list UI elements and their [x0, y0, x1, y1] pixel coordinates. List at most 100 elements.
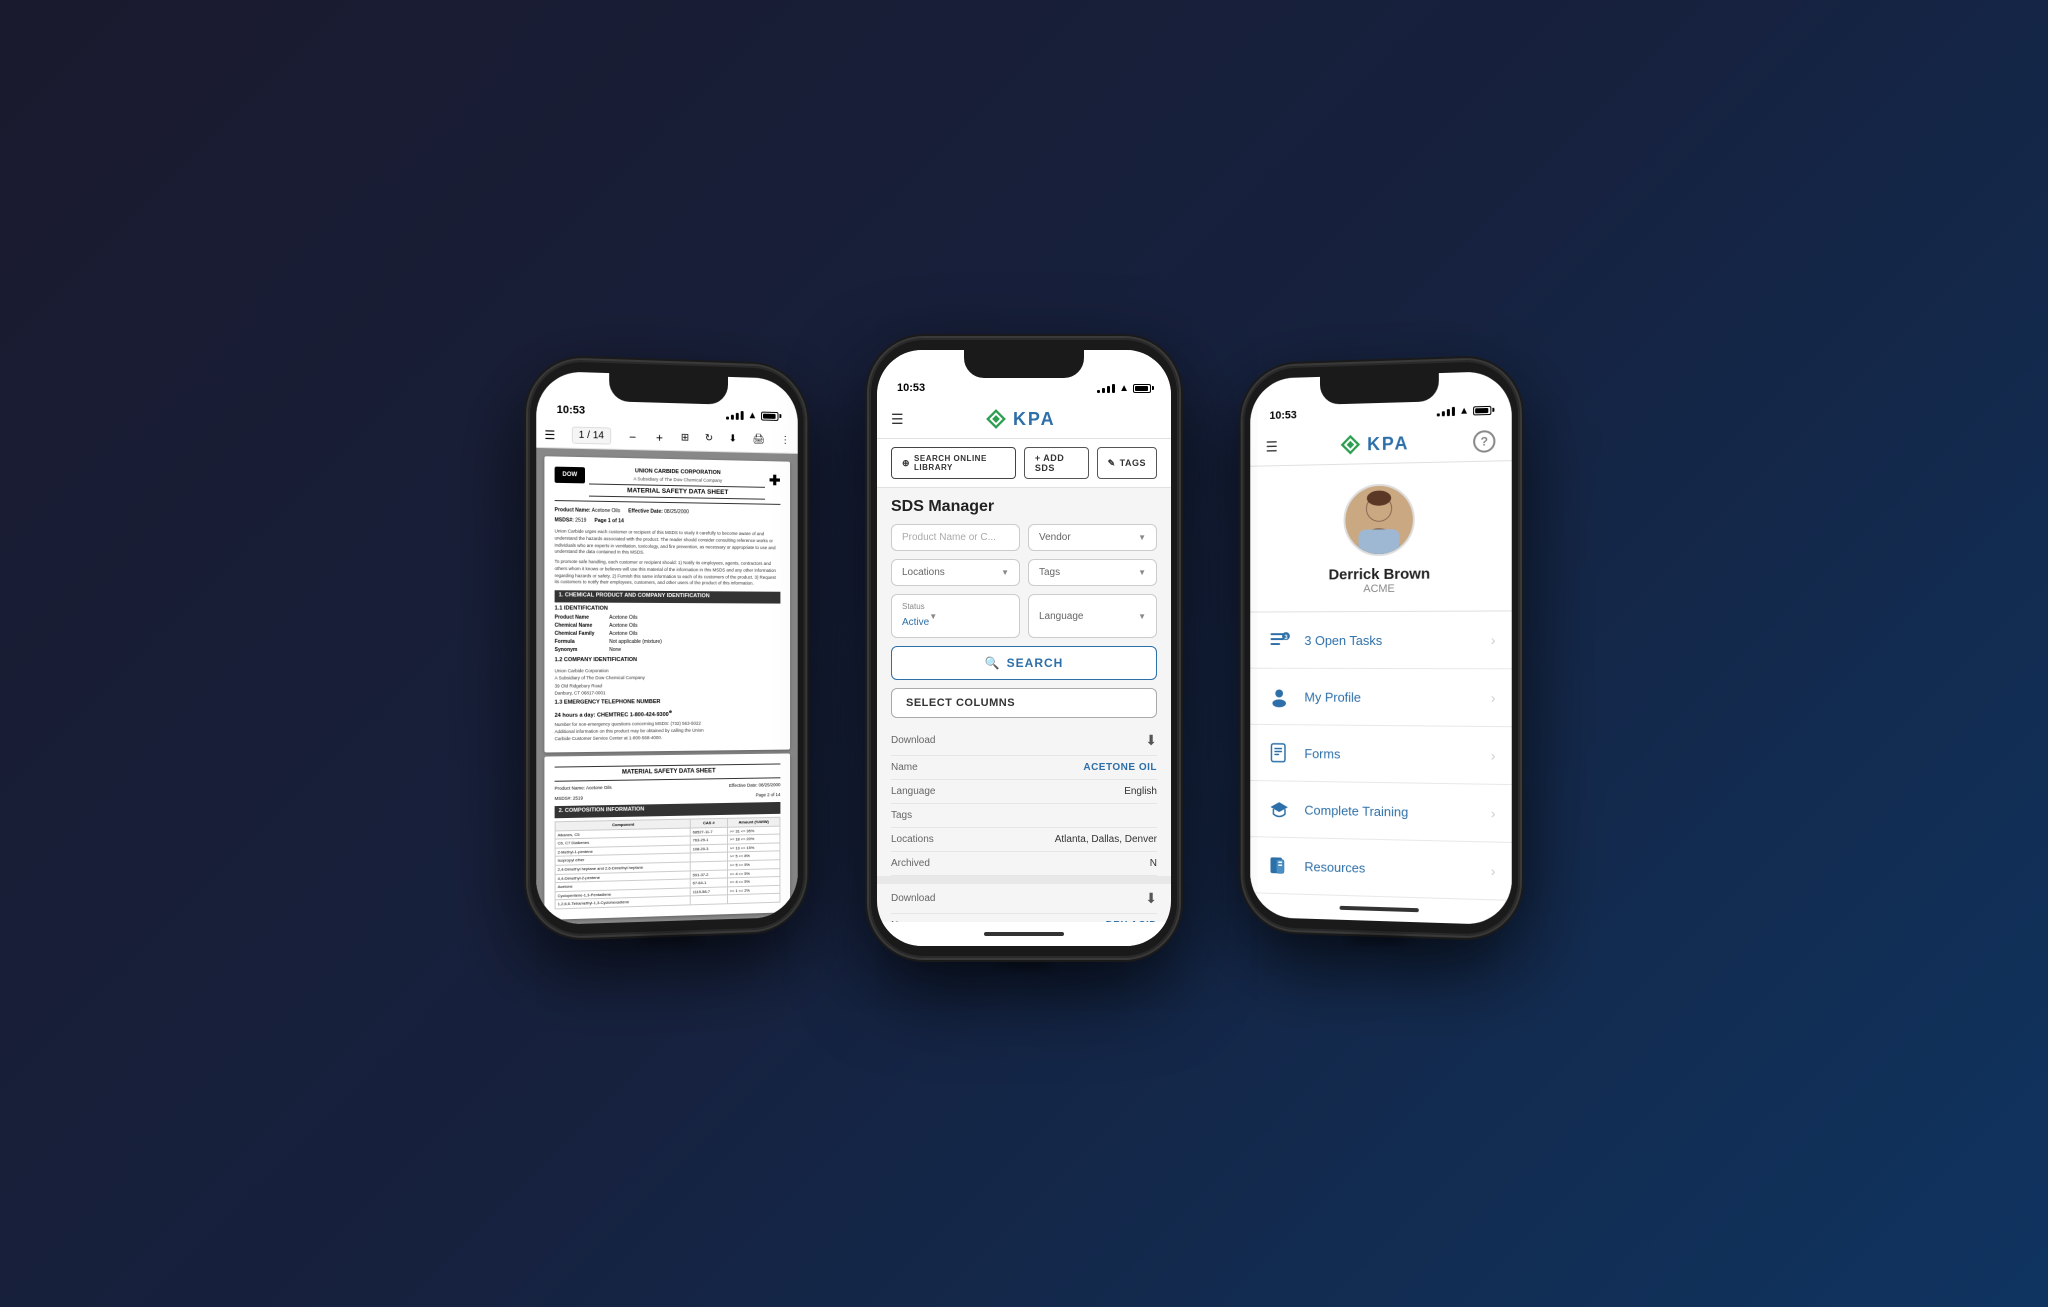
pdf-page-1: DOW UNION CARBIDE CORPORATION A Subsidia… — [544, 456, 790, 753]
hamburger-icon-center[interactable]: ☰ — [891, 410, 904, 427]
grid-icon[interactable]: ⊞ — [681, 432, 689, 443]
my-profile-chevron: › — [1491, 689, 1496, 705]
locations-label-1: Locations — [891, 834, 934, 845]
download-icon-2[interactable]: ⬇ — [1145, 890, 1157, 907]
zoom-minus[interactable]: − — [627, 429, 638, 443]
language-label-1: Language — [891, 786, 936, 797]
page-indicator: 1 / 14 — [572, 426, 611, 444]
training-icon-wrap — [1266, 795, 1293, 823]
search-lib-icon: ⊕ — [902, 457, 910, 468]
user-name: Derrick Brown — [1329, 565, 1431, 583]
bottom-indicator-center — [877, 922, 1171, 946]
menu-item-resources[interactable]: Resources › — [1250, 837, 1511, 901]
my-profile-label: My Profile — [1304, 689, 1478, 705]
sds-filters: Product Name or C... Vendor ▼ Locations … — [877, 524, 1171, 638]
search-button[interactable]: 🔍 SEARCH — [891, 646, 1157, 680]
kpa-diamond-icon — [985, 408, 1007, 430]
kpa-text-right: KPA — [1367, 432, 1409, 454]
kpa-navbar: ☰ KPA ? — [1250, 421, 1511, 466]
resources-label: Resources — [1304, 858, 1478, 878]
hamburger-icon-right[interactable]: ☰ — [1266, 438, 1278, 455]
status-value: Active — [902, 617, 929, 628]
add-sds-btn[interactable]: + ADD SDS — [1024, 447, 1089, 479]
hamburger-icon-pdf[interactable]: ☰ — [544, 427, 555, 441]
language-filter[interactable]: Language ▼ — [1028, 594, 1157, 638]
phone-notch-center — [964, 350, 1084, 378]
menu-item-open-tasks[interactable]: 3 3 Open Tasks › — [1250, 611, 1511, 669]
name-value-1[interactable]: ACETONE OIL — [1083, 762, 1157, 773]
refresh-icon[interactable]: ↻ — [705, 432, 713, 443]
body-text-2: To promote safe handling, each customer … — [555, 558, 781, 587]
forms-chevron: › — [1491, 747, 1496, 763]
tags-filter[interactable]: Tags ▼ — [1028, 559, 1157, 586]
more-icon[interactable]: ⋮ — [780, 434, 790, 445]
help-icon[interactable]: ? — [1473, 430, 1495, 453]
result-language-1: Language English — [891, 780, 1157, 804]
forms-label: Forms — [1304, 745, 1478, 762]
locations-chevron: ▼ — [1001, 568, 1009, 577]
product-name-filter[interactable]: Product Name or C... — [891, 524, 1020, 551]
complete-training-label: Complete Training — [1304, 802, 1478, 820]
profile-section: Derrick Brown ACME — [1250, 461, 1511, 612]
page2-page: Page 2 of 14 — [756, 792, 781, 799]
complete-training-chevron: › — [1491, 805, 1496, 821]
training-icon — [1269, 798, 1290, 820]
select-columns-button[interactable]: SELECT COLUMNS — [891, 688, 1157, 718]
user-company: ACME — [1363, 582, 1394, 594]
menu-item-my-profile[interactable]: My Profile › — [1250, 668, 1511, 727]
result-name-2: Name DRY ACID — [891, 914, 1157, 922]
print-icon[interactable]: 🖨 — [753, 434, 765, 445]
status-chevron: ▼ — [929, 611, 937, 620]
page2-date: Effective Date: 08/25/2000 — [729, 781, 780, 788]
download-icon-1[interactable]: ⬇ — [1145, 732, 1157, 749]
body-text-1: Union Carbide urges each customer or rec… — [555, 528, 781, 558]
zoom-plus[interactable]: + — [654, 430, 665, 444]
plus-icon: ✚ — [769, 471, 780, 491]
status-time-center: 10:53 — [897, 382, 925, 394]
tasks-icon: 3 — [1269, 629, 1290, 651]
language-value-1: English — [1124, 786, 1157, 797]
tags-btn[interactable]: ✎ TAGS — [1097, 447, 1157, 479]
section-1-1: 1.1 IDENTIFICATION — [555, 605, 781, 614]
sds-navbar: ☰ KPA — [877, 400, 1171, 439]
locations-filter[interactable]: Locations ▼ — [891, 559, 1020, 586]
section-1-2: 1.2 COMPANY IDENTIFICATION — [555, 657, 781, 665]
result-divider — [877, 876, 1171, 884]
language-chevron: ▼ — [1138, 611, 1146, 620]
pdf-content: DOW UNION CARBIDE CORPORATION A Subsidia… — [536, 447, 797, 924]
sds-manager-title: SDS Manager — [877, 488, 1171, 524]
menu-item-complete-training[interactable]: Complete Training › — [1250, 780, 1511, 842]
left-phone: 10:53 ▲ — [528, 358, 805, 937]
wifi-icon-center: ▲ — [1119, 382, 1129, 393]
status-filter[interactable]: Status Active ▼ — [891, 594, 1020, 638]
wifi-icon-right: ▲ — [1459, 404, 1469, 415]
phone-notch-right — [1320, 373, 1439, 405]
result-name-1: Name ACETONE OIL — [891, 756, 1157, 780]
person-icon — [1269, 685, 1290, 707]
kpa-menu: 3 3 Open Tasks › — [1250, 611, 1511, 900]
form-icon — [1269, 741, 1290, 763]
signal-icon-right — [1437, 405, 1455, 416]
tasks-icon-wrap: 3 — [1266, 626, 1293, 654]
archived-label-1: Archived — [891, 858, 930, 869]
page2-title: MATERIAL SAFETY DATA SHEET — [555, 763, 781, 781]
tag-icon: ✎ — [1108, 457, 1116, 468]
page-info-label: Page 1 of 14 — [595, 517, 624, 524]
name-label-1: Name — [891, 762, 918, 773]
search-online-library-btn[interactable]: ⊕ SEARCH ONLINE LIBRARY — [891, 447, 1016, 479]
download-label-1: Download — [891, 735, 935, 746]
tags-chevron: ▼ — [1138, 568, 1146, 577]
battery-icon-right — [1473, 405, 1491, 415]
section-1-3: 1.3 EMERGENCY TELEPHONE NUMBER — [555, 698, 781, 707]
download-icon-pdf[interactable]: ⬇ — [729, 433, 737, 444]
menu-item-forms[interactable]: Forms › — [1250, 724, 1511, 784]
vendor-filter[interactable]: Vendor ▼ — [1028, 524, 1157, 551]
result-tags-1: Tags — [891, 804, 1157, 828]
vendor-chevron: ▼ — [1138, 533, 1146, 542]
tags-label-1: Tags — [891, 810, 912, 821]
open-tasks-chevron: › — [1491, 631, 1496, 647]
kpa-text-center: KPA — [1013, 408, 1056, 429]
kpa-logo-right: KPA — [1340, 432, 1410, 456]
resources-icon-wrap — [1266, 851, 1293, 879]
download-label-2: Download — [891, 893, 935, 904]
